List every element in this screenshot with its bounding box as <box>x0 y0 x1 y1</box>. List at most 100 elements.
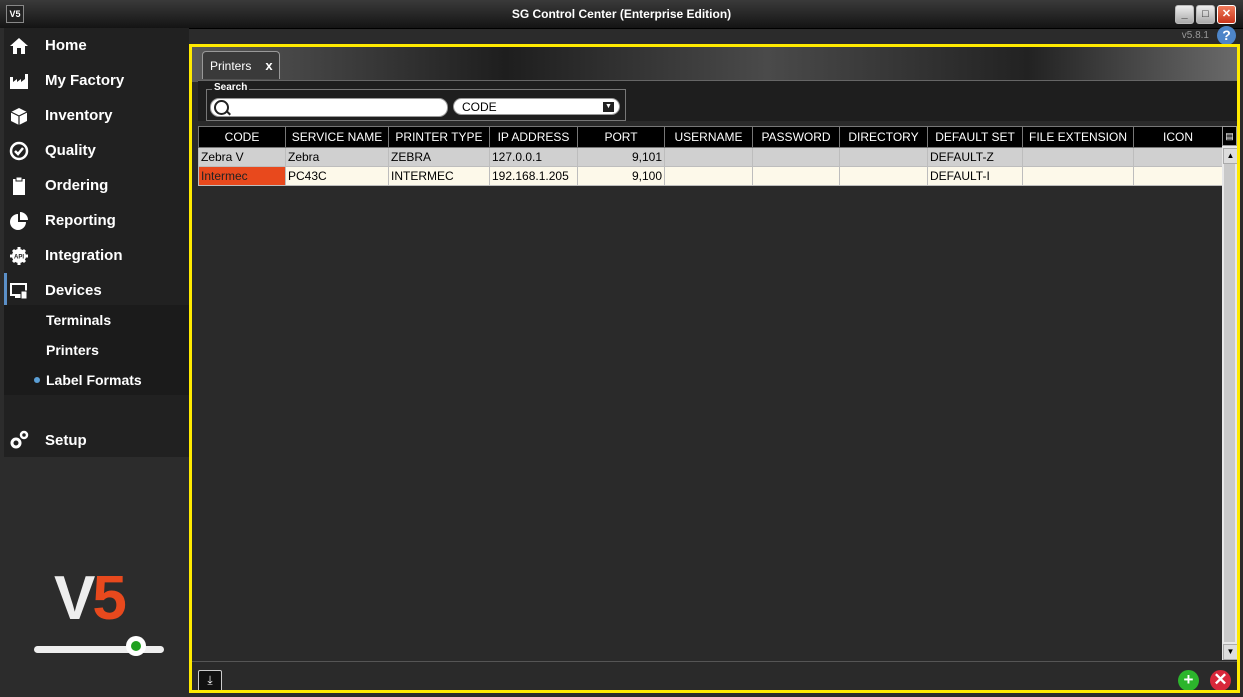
cell-directory[interactable] <box>839 147 928 167</box>
search-field-value: CODE <box>462 100 497 114</box>
table-row[interactable]: Zebra V Zebra ZEBRA 127.0.0.1 9,101 DEFA… <box>198 147 1223 167</box>
vertical-scrollbar[interactable]: ▤ ▲ ▼ <box>1222 126 1237 660</box>
column-header-ip-address[interactable]: IP ADDRESS <box>489 126 578 148</box>
cell-code[interactable]: Intermec <box>198 166 286 186</box>
column-header-password[interactable]: PASSWORD <box>752 126 840 148</box>
add-printer-button[interactable]: + <box>1178 670 1199 690</box>
search-field[interactable] <box>210 98 448 117</box>
cell-default-set[interactable]: DEFAULT-Z <box>927 147 1023 167</box>
cell-printer-type[interactable]: ZEBRA <box>388 147 490 167</box>
search-panel: Search CODE ▼ <box>198 80 1237 121</box>
search-legend: Search <box>212 82 250 93</box>
column-header-service-name[interactable]: SERVICE NAME <box>285 126 389 148</box>
sidebar-item-ordering[interactable]: Ordering <box>4 168 189 203</box>
sidebar-item-integration[interactable]: API Integration <box>4 238 189 273</box>
cell-file-extension[interactable] <box>1022 166 1134 186</box>
clipboard-icon <box>9 176 29 196</box>
column-header-port[interactable]: PORT <box>577 126 665 148</box>
footer-toolbar: ⤓ + ✕ <box>192 661 1237 690</box>
cell-port[interactable]: 9,100 <box>577 166 665 186</box>
help-icon[interactable]: ? <box>1217 26 1236 45</box>
search-field-select[interactable]: CODE ▼ <box>453 98 620 115</box>
cell-default-set[interactable]: DEFAULT-I <box>927 166 1023 186</box>
sidebar-item-setup[interactable]: Setup <box>4 423 189 457</box>
maximize-button[interactable]: □ <box>1196 5 1215 24</box>
sidebar-subitem-printers[interactable]: Printers <box>4 335 189 365</box>
main-panel: Printers x Search CODE ▼ CODE SERVICE NA <box>189 44 1240 693</box>
sidebar-item-label: Quality <box>45 142 96 159</box>
minimize-button[interactable]: _ <box>1175 5 1194 24</box>
cell-service-name[interactable]: Zebra <box>285 147 389 167</box>
sidebar-subitem-label: Printers <box>46 342 99 358</box>
cell-icon[interactable] <box>1133 147 1223 167</box>
svg-text:API: API <box>14 254 24 260</box>
cell-directory[interactable] <box>839 166 928 186</box>
sidebar-subitem-terminals[interactable]: Terminals <box>4 305 189 335</box>
window-title: SG Control Center (Enterprise Edition) <box>511 7 732 21</box>
column-header-directory[interactable]: DIRECTORY <box>839 126 928 148</box>
home-icon <box>9 36 29 56</box>
table-header-row: CODE SERVICE NAME PRINTER TYPE IP ADDRES… <box>198 126 1223 148</box>
scroll-up-icon[interactable]: ▲ <box>1223 148 1237 164</box>
cell-username[interactable] <box>664 147 753 167</box>
column-chooser-icon[interactable]: ▤ <box>1222 126 1237 146</box>
cell-code[interactable]: Zebra V <box>198 147 286 167</box>
sidebar-item-label: Ordering <box>45 177 109 194</box>
title-bar: V5 SG Control Center (Enterprise Edition… <box>0 0 1243 29</box>
cell-ip-address[interactable]: 192.168.1.205 <box>489 166 578 186</box>
logo-text: V5 <box>54 563 127 634</box>
cell-port[interactable]: 9,101 <box>577 147 665 167</box>
api-gear-icon: API <box>9 246 29 266</box>
column-header-default-set[interactable]: DEFAULT SET <box>927 126 1023 148</box>
logo-v: V <box>54 564 95 633</box>
gears-icon <box>9 430 29 450</box>
tab-printers[interactable]: Printers x <box>202 51 280 79</box>
delete-printer-button[interactable]: ✕ <box>1210 670 1231 690</box>
cell-service-name[interactable]: PC43C <box>285 166 389 186</box>
cell-ip-address[interactable]: 127.0.0.1 <box>489 147 578 167</box>
sidebar-item-label: Reporting <box>45 212 116 229</box>
cell-icon[interactable] <box>1133 166 1223 186</box>
factory-icon <box>9 71 29 91</box>
scroll-down-icon[interactable]: ▼ <box>1223 644 1237 660</box>
sidebar-item-home[interactable]: Home <box>4 28 189 63</box>
column-header-icon[interactable]: ICON <box>1133 126 1223 148</box>
export-icon[interactable]: ⤓ <box>198 670 222 690</box>
scrollbar-track[interactable] <box>1224 164 1235 642</box>
sidebar-item-label: Devices <box>45 282 102 299</box>
check-circle-icon <box>9 141 29 161</box>
table-row[interactable]: Intermec PC43C INTERMEC 192.168.1.205 9,… <box>198 166 1223 186</box>
sidebar-item-label: Setup <box>45 431 87 449</box>
cell-file-extension[interactable] <box>1022 147 1134 167</box>
sidebar-item-label: Inventory <box>45 107 113 124</box>
column-header-printer-type[interactable]: PRINTER TYPE <box>388 126 490 148</box>
sidebar-subitem-label-formats[interactable]: Label Formats <box>4 365 189 395</box>
search-input[interactable] <box>231 100 445 116</box>
column-header-username[interactable]: USERNAME <box>664 126 753 148</box>
sidebar-item-label: Home <box>45 37 87 54</box>
cell-username[interactable] <box>664 166 753 186</box>
box-icon <box>9 106 29 126</box>
pie-chart-icon <box>9 211 29 231</box>
column-header-code[interactable]: CODE <box>198 126 286 148</box>
sidebar-item-quality[interactable]: Quality <box>4 133 189 168</box>
v5-logo: V5 <box>30 563 170 673</box>
sidebar-item-inventory[interactable]: Inventory <box>4 98 189 133</box>
close-window-button[interactable]: ✕ <box>1217 5 1236 24</box>
cell-password[interactable] <box>752 147 840 167</box>
sidebar-item-my-factory[interactable]: My Factory <box>4 63 189 98</box>
sidebar: Home My Factory Inventory Quality Orderi… <box>0 28 189 697</box>
tab-label: Printers <box>210 58 252 73</box>
tab-close-icon[interactable]: x <box>265 58 272 73</box>
column-header-file-extension[interactable]: FILE EXTENSION <box>1022 126 1134 148</box>
sidebar-subitem-label: Label Formats <box>46 372 142 388</box>
logo-slider-knob <box>126 636 146 656</box>
sidebar-item-reporting[interactable]: Reporting <box>4 203 189 238</box>
chevron-down-icon: ▼ <box>603 102 614 112</box>
sidebar-item-devices[interactable]: Devices <box>4 273 189 308</box>
sidebar-item-label: Integration <box>45 247 123 264</box>
monitor-icon <box>9 281 29 301</box>
cell-printer-type[interactable]: INTERMEC <box>388 166 490 186</box>
search-group: Search CODE ▼ <box>206 82 626 121</box>
cell-password[interactable] <box>752 166 840 186</box>
